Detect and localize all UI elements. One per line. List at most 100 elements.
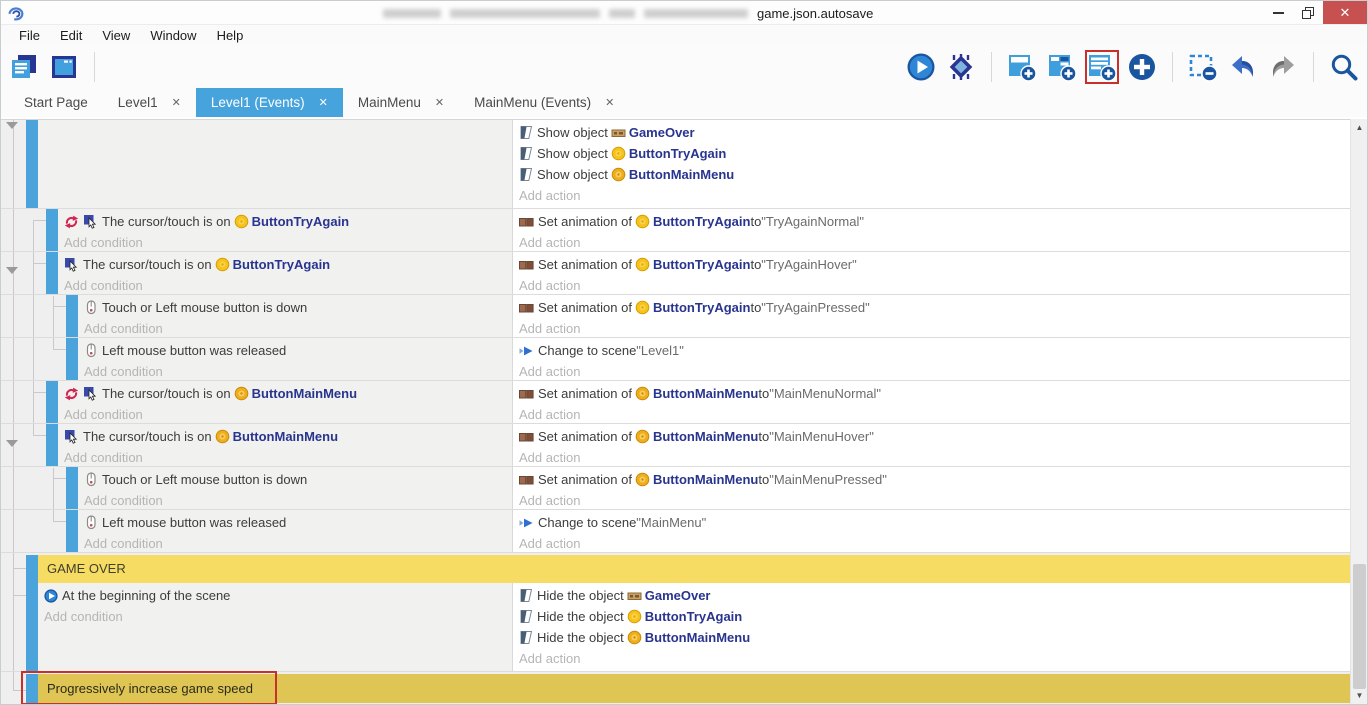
add-action-button[interactable]: Add action (519, 404, 1350, 423)
close-button[interactable]: ✕ (1323, 1, 1367, 24)
conditions-cell[interactable]: The cursor/touch is on ButtonMainMenuAdd… (58, 381, 513, 423)
action-line[interactable]: Hide the object ButtonMainMenu (519, 627, 1350, 648)
actions-cell[interactable]: Set animation of ButtonTryAgain to "TryA… (513, 209, 1350, 251)
scrollbar-thumb[interactable] (1353, 564, 1366, 689)
conditions-cell[interactable] (38, 120, 513, 208)
add-condition-button[interactable]: Add condition (44, 606, 512, 627)
condition-line[interactable]: At the beginning of the scene (44, 585, 512, 606)
action-line[interactable]: Hide the object ButtonTryAgain (519, 606, 1350, 627)
tab-start-page[interactable]: Start Page (9, 88, 103, 117)
scroll-up-arrow[interactable]: ▲ (1351, 119, 1368, 136)
actions-cell[interactable]: Set animation of ButtonMainMenu to "Main… (513, 381, 1350, 423)
tab-mainmenu-events-[interactable]: MainMenu (Events)✕ (459, 88, 629, 117)
action-line[interactable]: Set animation of ButtonTryAgain to "TryA… (519, 211, 1350, 232)
add-action-button[interactable]: Add action (519, 185, 1350, 206)
action-line[interactable]: Hide the object GameOver (519, 585, 1350, 606)
action-line[interactable]: Set animation of ButtonMainMenu to "Main… (519, 426, 1350, 447)
add-action-button[interactable]: Add action (519, 648, 1350, 669)
add-action-button[interactable]: Add action (519, 533, 1350, 552)
add-plus-button[interactable] (1125, 50, 1159, 84)
menu-item-help[interactable]: Help (207, 28, 254, 43)
action-line[interactable]: Show object ButtonMainMenu (519, 164, 1350, 185)
comment-event[interactable]: GAME OVER (1, 555, 1350, 583)
menu-item-file[interactable]: File (9, 28, 50, 43)
tab-close-icon[interactable]: ✕ (172, 96, 181, 109)
condition-line[interactable]: The cursor/touch is on ButtonTryAgain (64, 211, 512, 232)
redo-button[interactable] (1266, 50, 1300, 84)
search-button[interactable] (1327, 50, 1361, 84)
actions-cell[interactable]: Set animation of ButtonTryAgain to "TryA… (513, 252, 1350, 294)
condition-line[interactable]: The cursor/touch is on ButtonMainMenu (64, 426, 512, 447)
action-line[interactable]: Set animation of ButtonMainMenu to "Main… (519, 383, 1350, 404)
action-line[interactable]: Show object ButtonTryAgain (519, 143, 1350, 164)
object-name: ButtonTryAgain (629, 143, 727, 164)
add-comment-button[interactable] (1085, 50, 1119, 84)
condition-line[interactable]: The cursor/touch is on ButtonTryAgain (64, 254, 512, 275)
remove-selection-button[interactable] (1186, 50, 1220, 84)
add-condition-button[interactable]: Add condition (64, 275, 512, 294)
condition-line[interactable]: The cursor/touch is on ButtonMainMenu (64, 383, 512, 404)
add-condition-button[interactable]: Add condition (64, 404, 512, 423)
add-condition-button[interactable]: Add condition (84, 533, 512, 552)
add-action-button[interactable]: Add action (519, 232, 1350, 251)
tab-level1-events-[interactable]: Level1 (Events)✕ (196, 88, 343, 117)
add-subevent-button[interactable] (1045, 50, 1079, 84)
actions-cell[interactable]: Set animation of ButtonMainMenu to "Main… (513, 467, 1350, 509)
conditions-cell[interactable]: Touch or Left mouse button is downAdd co… (78, 467, 513, 509)
add-condition-button[interactable]: Add condition (84, 361, 512, 380)
action-line[interactable]: Set animation of ButtonTryAgain to "TryA… (519, 254, 1350, 275)
add-condition-button[interactable]: Add condition (84, 318, 512, 337)
scroll-down-arrow[interactable]: ▼ (1351, 687, 1368, 704)
add-action-button[interactable]: Add action (519, 361, 1350, 380)
actions-cell[interactable]: Change to scene "Level1"Add action (513, 338, 1350, 380)
action-line[interactable]: Change to scene "MainMenu" (519, 512, 1350, 533)
start-page-button[interactable] (47, 50, 81, 84)
actions-cell[interactable]: Hide the object GameOverHide the object … (513, 583, 1350, 671)
undo-button[interactable] (1226, 50, 1260, 84)
conditions-cell[interactable]: Touch or Left mouse button is downAdd co… (78, 295, 513, 337)
add-action-button[interactable]: Add action (519, 447, 1350, 466)
comment-text[interactable]: GAME OVER (38, 555, 1350, 583)
action-line[interactable]: Show object GameOver (519, 122, 1350, 143)
add-condition-button[interactable]: Add condition (64, 447, 512, 466)
tab-mainmenu[interactable]: MainMenu✕ (343, 88, 459, 117)
project-manager-button[interactable] (7, 50, 41, 84)
add-action-button[interactable]: Add action (519, 318, 1350, 337)
action-line[interactable]: Set animation of ButtonTryAgain to "TryA… (519, 297, 1350, 318)
add-condition-button[interactable]: Add condition (64, 232, 512, 251)
tab-close-icon[interactable]: ✕ (319, 96, 328, 109)
tab-level1[interactable]: Level1✕ (103, 88, 196, 117)
play-button[interactable] (904, 50, 938, 84)
conditions-cell[interactable]: The cursor/touch is on ButtonTryAgainAdd… (58, 209, 513, 251)
condition-line[interactable]: Left mouse button was released (84, 512, 512, 533)
menu-item-edit[interactable]: Edit (50, 28, 92, 43)
menu-item-window[interactable]: Window (140, 28, 206, 43)
conditions-cell[interactable]: The cursor/touch is on ButtonMainMenuAdd… (58, 424, 513, 466)
actions-cell[interactable]: Set animation of ButtonTryAgain to "TryA… (513, 295, 1350, 337)
add-event-button[interactable] (1005, 50, 1039, 84)
actions-cell[interactable]: Change to scene "MainMenu"Add action (513, 510, 1350, 552)
comment-text[interactable]: Progressively increase game speed (38, 674, 1350, 703)
add-condition-button[interactable]: Add condition (84, 490, 512, 509)
add-action-button[interactable]: Add action (519, 275, 1350, 294)
tab-close-icon[interactable]: ✕ (435, 96, 444, 109)
actions-cell[interactable]: Set animation of ButtonMainMenu to "Main… (513, 424, 1350, 466)
menu-item-view[interactable]: View (92, 28, 140, 43)
action-line[interactable]: Set animation of ButtonMainMenu to "Main… (519, 469, 1350, 490)
comment-event[interactable]: Progressively increase game speed (1, 674, 1350, 703)
vertical-scrollbar[interactable]: ▲ ▼ (1350, 119, 1367, 704)
tab-close-icon[interactable]: ✕ (605, 96, 614, 109)
restore-button[interactable] (1293, 1, 1323, 24)
minimize-button[interactable] (1263, 1, 1293, 24)
action-line[interactable]: Change to scene "Level1" (519, 340, 1350, 361)
conditions-cell[interactable]: The cursor/touch is on ButtonTryAgainAdd… (58, 252, 513, 294)
conditions-cell[interactable]: Left mouse button was releasedAdd condit… (78, 338, 513, 380)
conditions-cell[interactable]: Left mouse button was releasedAdd condit… (78, 510, 513, 552)
debug-button[interactable] (944, 50, 978, 84)
actions-cell[interactable]: Show object GameOverShow object ButtonTr… (513, 120, 1350, 208)
condition-line[interactable]: Left mouse button was released (84, 340, 512, 361)
conditions-cell[interactable]: At the beginning of the sceneAdd conditi… (38, 583, 513, 671)
condition-line[interactable]: Touch or Left mouse button is down (84, 297, 512, 318)
add-action-button[interactable]: Add action (519, 490, 1350, 509)
condition-line[interactable]: Touch or Left mouse button is down (84, 469, 512, 490)
